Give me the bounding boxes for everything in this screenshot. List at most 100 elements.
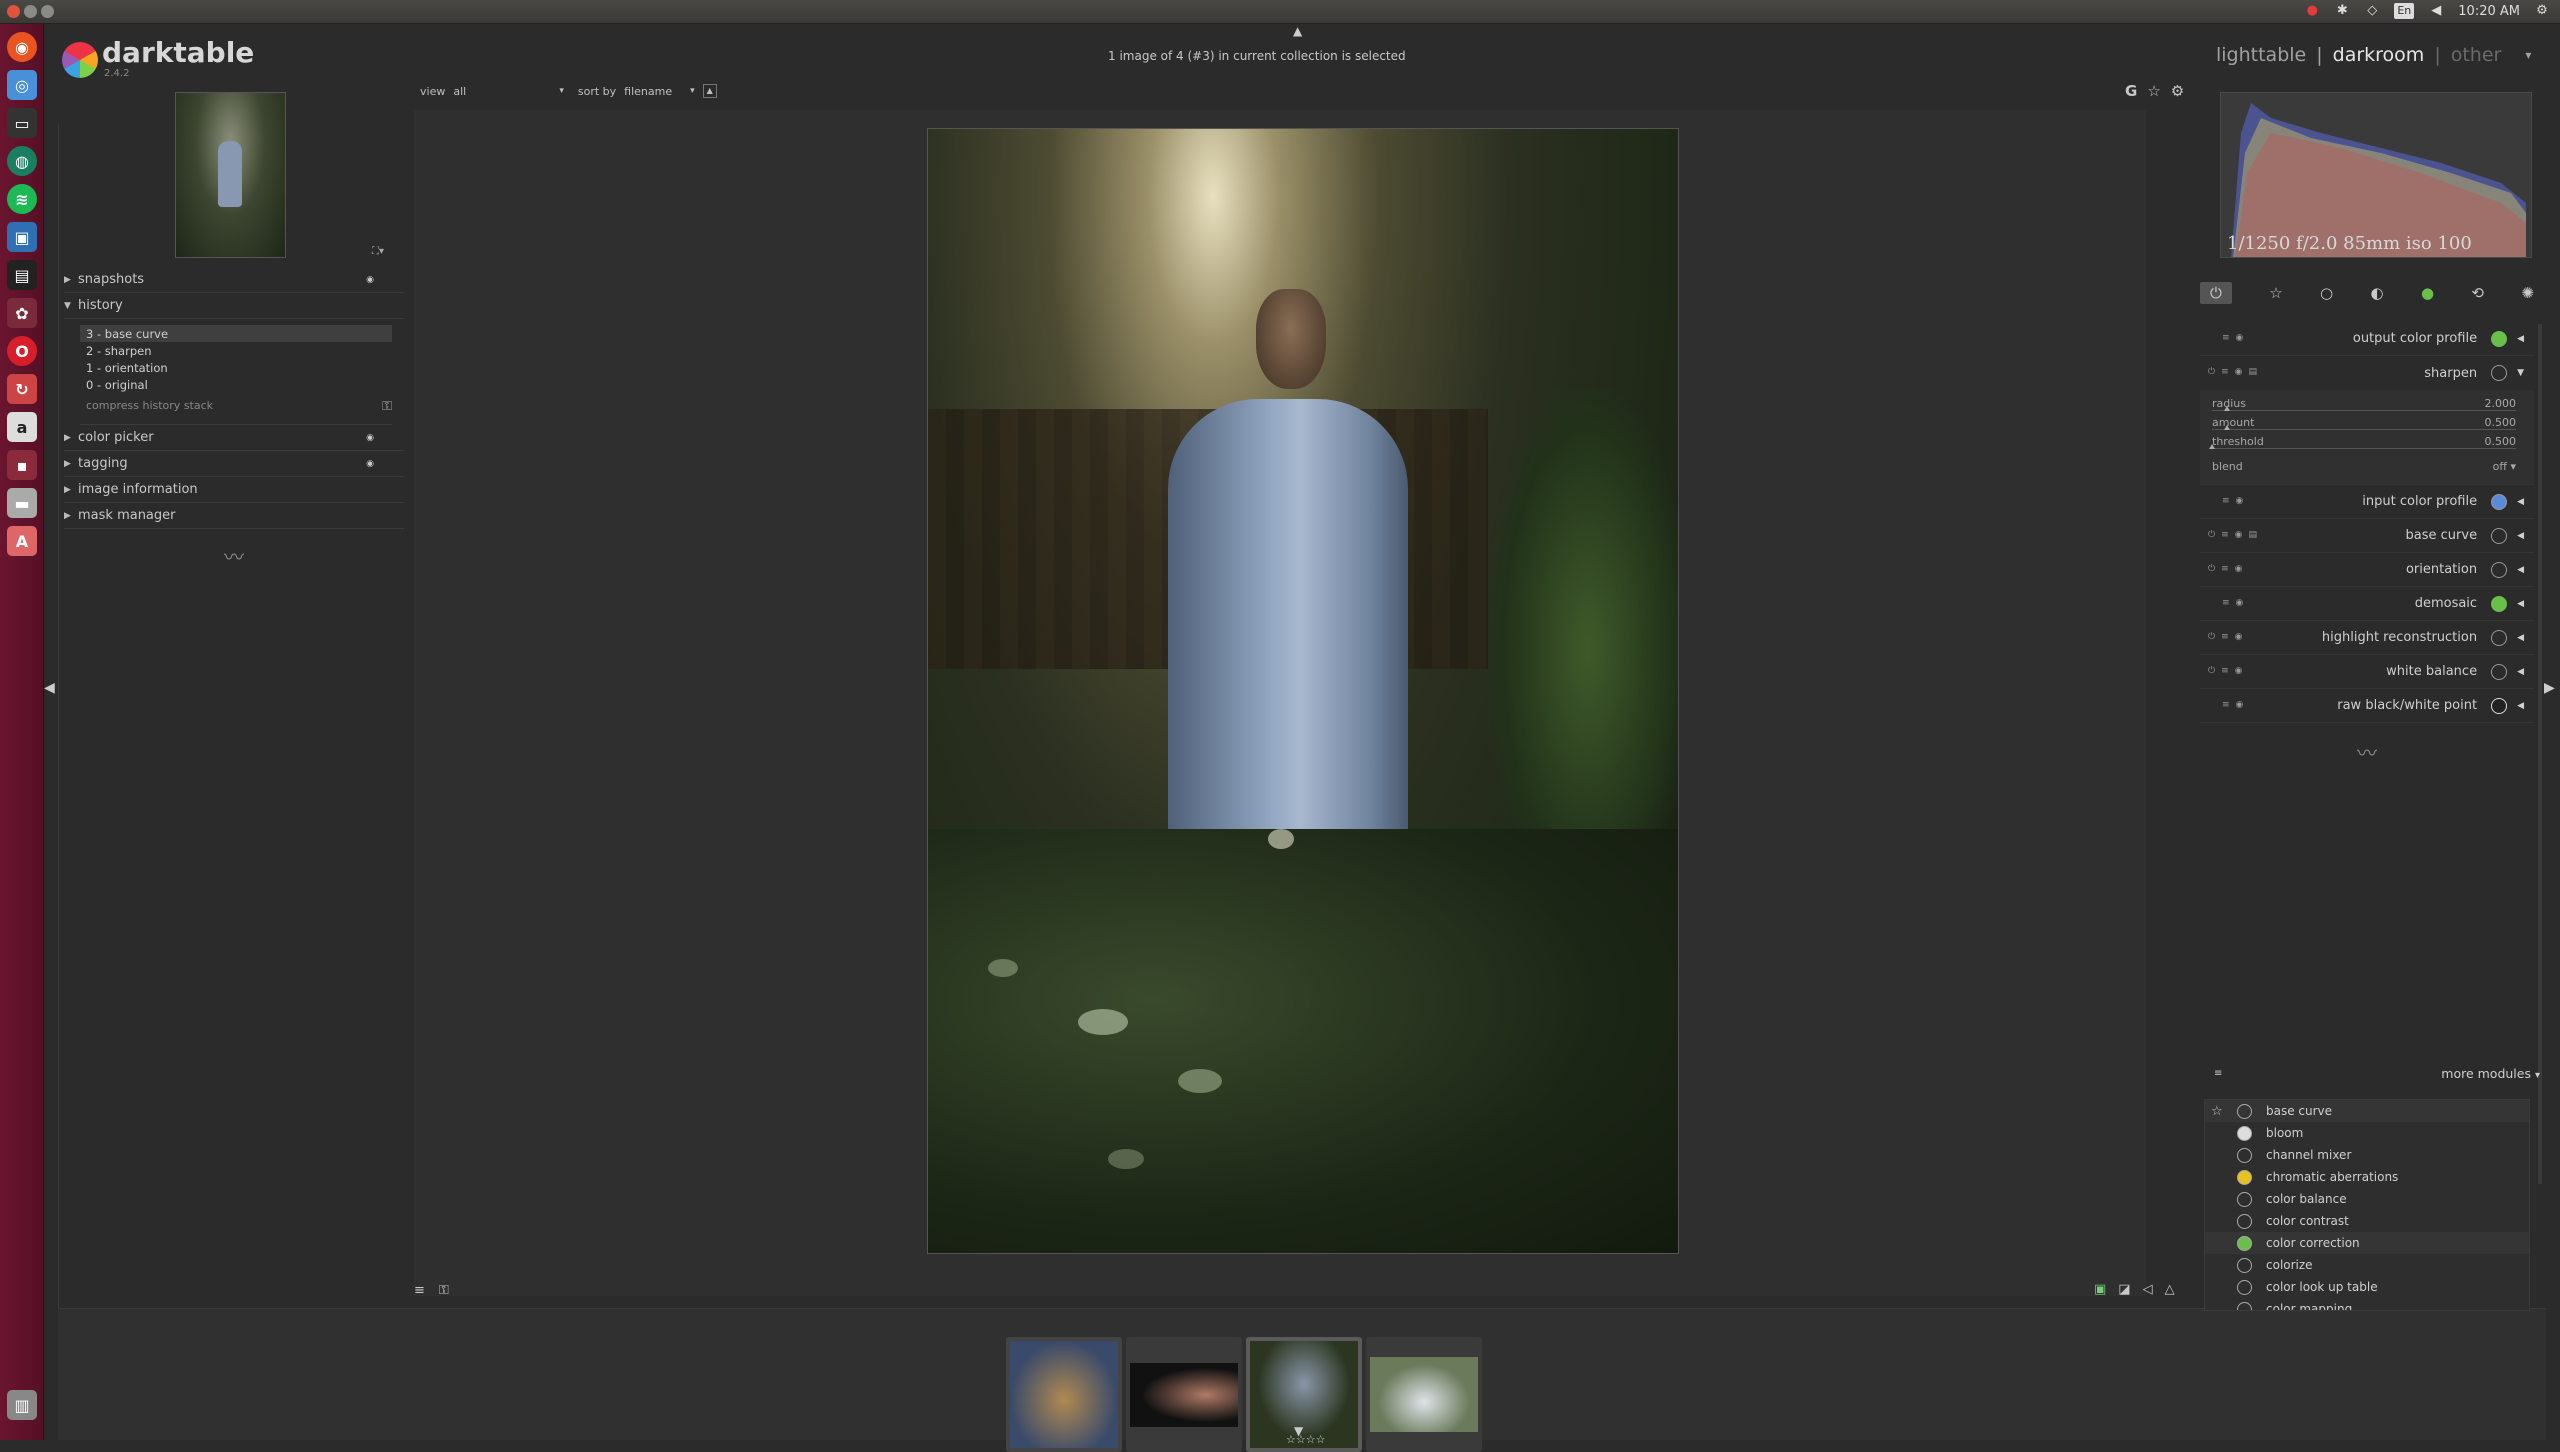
module-input-color-profile[interactable]: ≡ ◉ input color profile ◀	[2200, 485, 2534, 519]
remote-desktop-icon[interactable]: ▣	[7, 222, 37, 252]
opera-icon[interactable]: O	[7, 336, 37, 366]
reset-icon[interactable]: ◉	[2236, 598, 2244, 608]
view-lighttable[interactable]: lighttable	[2216, 44, 2306, 66]
reset-icon[interactable]: ◉	[2235, 367, 2243, 377]
favorite-star-icon[interactable]: ☆	[2211, 1104, 2223, 1119]
chrome-icon[interactable]: ◎	[7, 70, 37, 100]
filmstrip-collapse-arrow[interactable]: ▼	[1294, 1424, 1303, 1438]
top-panel-collapse-arrow[interactable]: ▲	[1293, 24, 1302, 38]
tagging-header[interactable]: ▶ tagging ◉	[64, 451, 404, 477]
view-filter-value[interactable]: all	[453, 85, 551, 98]
history-item-0[interactable]: 0 - original	[80, 376, 392, 393]
expand-arrow-icon[interactable]: ◀	[2517, 531, 2524, 541]
more-modules-dropdown-icon[interactable]: ▾	[2535, 1070, 2540, 1081]
multi-instance-icon[interactable]: ≡	[2222, 333, 2230, 343]
language-indicator[interactable]: En	[2394, 3, 2415, 19]
gamut-check-icon[interactable]: △	[2165, 1282, 2175, 1297]
reset-icon[interactable]: ◉	[2235, 564, 2243, 574]
slider-handle[interactable]	[2224, 406, 2231, 411]
sharpen-threshold-slider[interactable]: threshold 0.500	[2200, 432, 2534, 451]
styles-icon[interactable]: ⚿	[439, 1283, 449, 1298]
sharpen-radius-slider[interactable]: radius 2.000	[2200, 394, 2534, 413]
sort-dropdown-icon[interactable]: ▾	[690, 86, 695, 96]
color-group-icon[interactable]: ●	[2421, 284, 2434, 302]
module-base-curve[interactable]: ⏻ ≡ ◉ ▤ base curve ◀	[2200, 519, 2534, 553]
module-output-color-profile[interactable]: ≡ ◉ output color profile ◀	[2200, 322, 2534, 356]
module-demosaic[interactable]: ≡ ◉ demosaic ◀	[2200, 587, 2534, 621]
tone-group-icon[interactable]: ◐	[2371, 284, 2384, 302]
multi-instance-icon[interactable]: ≡	[2221, 666, 2229, 676]
reset-icon[interactable]: ◉	[2236, 700, 2244, 710]
power-icon[interactable]: ⏻	[2208, 632, 2215, 642]
navigation-zoom-icon[interactable]: ⛶▾	[372, 246, 384, 257]
power-icon[interactable]: ⏻	[2208, 564, 2215, 574]
snapshots-header[interactable]: ▶ snapshots ◉	[64, 267, 404, 293]
multi-instance-icon[interactable]: ≡	[2221, 367, 2229, 377]
sort-order-button[interactable]: ▲	[702, 84, 717, 98]
grouping-icon[interactable]: G	[2125, 82, 2137, 100]
reset-icon[interactable]: ◉	[2236, 496, 2244, 506]
record-icon[interactable]: ●	[2304, 3, 2320, 19]
reset-icon[interactable]: ◉	[2235, 530, 2243, 540]
image-information-header[interactable]: ▶ image information	[64, 477, 404, 503]
multi-instance-icon[interactable]: ≡	[2222, 700, 2230, 710]
more-module-color-look-up-table[interactable]: color look up table	[2205, 1276, 2529, 1298]
tagging-reset-icon[interactable]: ◉	[366, 459, 374, 469]
minimize-window-button[interactable]	[24, 5, 37, 18]
reset-icon[interactable]: ◉	[2235, 632, 2243, 642]
color-picker-reset-icon[interactable]: ◉	[366, 433, 374, 443]
view-other[interactable]: other	[2451, 44, 2502, 66]
blend-mode-select[interactable]: blend off ▾	[2200, 457, 2534, 476]
left-panel-collapse-arrow[interactable]: ◀	[44, 680, 55, 696]
expand-arrow-icon[interactable]: ◀	[2517, 701, 2524, 711]
history-item-3[interactable]: 3 - base curve	[80, 325, 392, 342]
video-player-icon[interactable]: ▤	[7, 260, 37, 290]
slider-track[interactable]	[2212, 406, 2516, 411]
multi-instance-icon[interactable]: ≡	[2221, 632, 2229, 642]
navigation-thumbnail[interactable]	[175, 92, 286, 258]
more-module-bloom[interactable]: bloom	[2205, 1122, 2529, 1144]
active-modules-power-icon[interactable]: ⏻	[2200, 282, 2232, 304]
main-image[interactable]	[927, 128, 1679, 1254]
spotify-icon[interactable]: ≋	[7, 184, 37, 214]
update-icon[interactable]: ↻	[7, 374, 37, 404]
more-module-color-contrast[interactable]: color contrast	[2205, 1210, 2529, 1232]
more-module-colorize[interactable]: colorize	[2205, 1254, 2529, 1276]
presets-icon[interactable]: ▤	[2249, 530, 2258, 540]
ubuntu-icon[interactable]: ◉	[7, 32, 37, 62]
power-icon[interactable]: ⏻	[2208, 530, 2215, 540]
slider-handle[interactable]	[2224, 425, 2231, 430]
basic-group-circle-icon[interactable]: ○	[2320, 284, 2333, 302]
multi-instance-icon[interactable]: ≡	[2221, 564, 2229, 574]
expand-arrow-icon[interactable]: ◀	[2517, 565, 2524, 575]
more-module-color-correction[interactable]: color correction	[2205, 1232, 2529, 1254]
clock[interactable]: 10:20 AM	[2458, 4, 2520, 19]
software-center-icon[interactable]: A	[7, 526, 37, 556]
multi-instance-icon[interactable]: ≡	[2221, 530, 2229, 540]
power-icon[interactable]: ⏻	[2208, 367, 2215, 377]
filmstrip-thumb-4[interactable]	[1366, 1337, 1482, 1452]
trash-icon[interactable]: ▥	[7, 1390, 37, 1420]
reset-icon[interactable]: ◉	[2235, 666, 2243, 676]
expand-arrow-icon[interactable]: ◀	[2517, 633, 2524, 643]
drive-icon[interactable]: ▬	[7, 488, 37, 518]
history-header[interactable]: ▼ history	[64, 293, 404, 319]
star-icon[interactable]: ☆	[2147, 82, 2160, 100]
color-assessment-icon[interactable]: ▣	[2094, 1282, 2106, 1297]
more-module-chromatic-aberrations[interactable]: chromatic aberrations	[2205, 1166, 2529, 1188]
bluetooth-icon[interactable]: ✱	[2334, 3, 2350, 19]
compress-history-button[interactable]: compress history stack	[80, 399, 213, 414]
overexposed-icon[interactable]: ◪	[2118, 1282, 2130, 1297]
module-sharpen[interactable]: ⏻ ≡ ◉ ▤ sharpen ▼	[2200, 356, 2534, 390]
filmstrip-thumb-2[interactable]	[1126, 1337, 1242, 1452]
amazon-icon[interactable]: a	[7, 412, 37, 442]
multi-instance-icon[interactable]: ≡	[2222, 496, 2230, 506]
filmstrip-thumb-1[interactable]	[1006, 1337, 1122, 1452]
view-filter-dropdown-icon[interactable]: ▾	[559, 86, 564, 96]
sort-value[interactable]: filename	[624, 85, 682, 98]
history-item-1[interactable]: 1 - orientation	[80, 359, 392, 376]
right-panel-scrollbar[interactable]	[2538, 324, 2542, 1184]
expand-arrow-icon[interactable]: ◀	[2517, 599, 2524, 609]
more-module-channel-mixer[interactable]: channel mixer	[2205, 1144, 2529, 1166]
correct-group-icon[interactable]: ⟲	[2471, 284, 2484, 302]
